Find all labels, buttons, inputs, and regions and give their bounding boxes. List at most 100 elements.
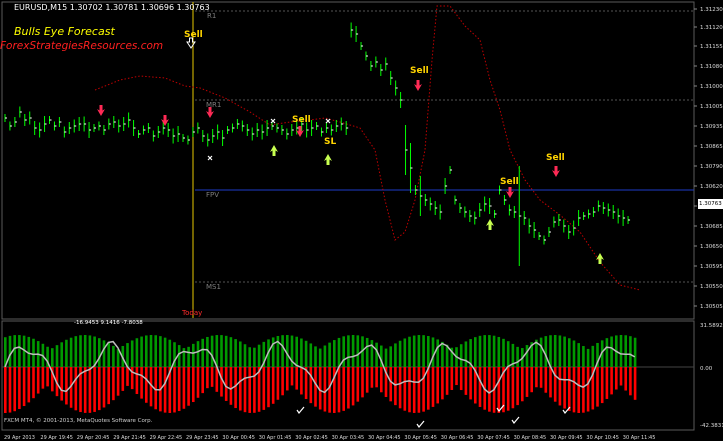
sell-label-5: Sell bbox=[546, 153, 565, 163]
histogram-up-bar bbox=[60, 342, 63, 367]
histogram-down-bar bbox=[173, 367, 176, 413]
histogram-up-bar bbox=[98, 338, 101, 367]
histogram-down-bar bbox=[234, 367, 237, 409]
histogram-down-bar bbox=[27, 367, 31, 403]
time-tick-label: 30 Apr 08:45 bbox=[514, 435, 547, 441]
oscillator-values: -16.9453 9.1416 -7.8038 bbox=[74, 320, 143, 326]
histogram-down-bar bbox=[394, 367, 397, 406]
histogram-down-bar bbox=[563, 367, 566, 409]
price-bars bbox=[4, 22, 631, 266]
time-tick-label: 29 Apr 21:45 bbox=[113, 435, 146, 441]
histogram-up-bar bbox=[337, 337, 341, 367]
histogram-down-bar bbox=[177, 367, 181, 412]
histogram-down-bar bbox=[459, 367, 463, 391]
histogram-down-bar bbox=[624, 367, 627, 391]
time-tick-label: 29 Apr 19:45 bbox=[40, 435, 73, 441]
histogram-down-bar bbox=[389, 367, 392, 402]
sl-label: SL bbox=[324, 137, 337, 147]
histogram-up-bar bbox=[79, 335, 82, 367]
histogram-down-bar bbox=[408, 367, 411, 413]
histogram-down-bar bbox=[276, 367, 280, 400]
histogram-down-bar bbox=[553, 367, 557, 402]
x-mark-icon bbox=[325, 118, 331, 124]
histogram-up-bar bbox=[210, 335, 214, 367]
histogram-down-bar bbox=[83, 367, 87, 413]
histogram-up-bar bbox=[234, 339, 237, 367]
histogram-up-bar bbox=[549, 335, 552, 367]
histogram-down-bar bbox=[615, 367, 618, 390]
today-label: Today bbox=[182, 309, 203, 317]
price-tick-label: 1.30935 bbox=[700, 124, 723, 130]
chart-canvas[interactable]: 1.31230 1.31120 1.31155 1.31080 1.31000 1.310… bbox=[0, 0, 723, 441]
histogram-down-bar bbox=[412, 367, 416, 413]
histogram-down-bar bbox=[455, 367, 458, 386]
histogram-down-bar bbox=[201, 367, 204, 394]
histogram-down-bar bbox=[65, 367, 68, 405]
histogram-up-bar bbox=[159, 336, 162, 367]
histogram-up-bar bbox=[201, 338, 204, 367]
histogram-down-bar bbox=[478, 367, 482, 407]
histogram-up-bar bbox=[577, 343, 580, 367]
histogram-down-bar bbox=[74, 367, 78, 411]
histogram-down-bar bbox=[549, 367, 552, 398]
histogram-up-bar bbox=[8, 335, 12, 367]
price-tick-label: 1.30865 bbox=[700, 144, 723, 150]
histogram-up-bar bbox=[102, 340, 106, 367]
histogram-down-bar bbox=[257, 367, 261, 412]
histogram-up-bar bbox=[412, 335, 416, 367]
histogram-up-bar bbox=[168, 339, 172, 367]
histogram-down-bar bbox=[36, 367, 40, 394]
histogram-up-bar bbox=[563, 336, 566, 367]
histogram-up-bar bbox=[83, 335, 87, 367]
histogram-down-bar bbox=[60, 367, 63, 401]
histogram-up-bar bbox=[318, 348, 322, 367]
time-tick-label: 30 Apr 09:45 bbox=[550, 435, 583, 441]
histogram-down-bar bbox=[441, 367, 444, 400]
histogram-up-bar bbox=[506, 341, 510, 367]
histogram-up-bar bbox=[74, 336, 78, 367]
up-arrow-icon bbox=[270, 145, 278, 156]
histogram-up-bar bbox=[427, 335, 430, 367]
histogram-down-bar bbox=[356, 367, 360, 402]
price-tick-label: 1.31005 bbox=[700, 104, 723, 110]
time-tick-label: 29 Apr 22:45 bbox=[150, 435, 183, 441]
histogram-down-bar bbox=[93, 367, 96, 412]
histogram-up-bar bbox=[624, 335, 627, 367]
histogram-up-bar bbox=[474, 337, 477, 367]
osc-tick-label: 0.00 bbox=[700, 366, 713, 372]
histogram-down-bar bbox=[145, 367, 148, 403]
histogram-down-bar bbox=[18, 367, 21, 410]
histogram-down-bar bbox=[121, 367, 125, 391]
level-label-ms1: MS1 bbox=[206, 283, 221, 291]
histogram-down-bar bbox=[586, 367, 590, 412]
histogram-up-bar bbox=[351, 335, 355, 367]
sell-label-4: Sell bbox=[500, 177, 519, 187]
time-tick-label: 29 Apr 20:45 bbox=[77, 435, 110, 441]
site-link[interactable]: ForexStrategiesResources.com bbox=[0, 40, 163, 52]
histogram-up-bar bbox=[586, 348, 590, 367]
histogram-down-bar bbox=[497, 367, 501, 413]
up-arrow-icon bbox=[596, 253, 604, 264]
price-tick-label: 1.31120 bbox=[700, 25, 723, 31]
histogram-down-bar bbox=[600, 367, 604, 404]
histogram-down-bar bbox=[596, 367, 599, 407]
histogram-up-bar bbox=[408, 336, 411, 367]
price-tick-label: 1.30790 bbox=[700, 164, 723, 170]
histogram-up-bar bbox=[502, 338, 505, 367]
histogram-up-bar bbox=[568, 338, 571, 367]
histogram-down-bar bbox=[267, 367, 270, 408]
histogram-up-bar bbox=[398, 340, 402, 367]
histogram-down-bar bbox=[253, 367, 256, 413]
time-tick-label: 30 Apr 04:45 bbox=[368, 435, 401, 441]
histogram-up-bar bbox=[314, 346, 317, 367]
histogram-up-bar bbox=[107, 342, 110, 367]
histogram-down-bar bbox=[610, 367, 613, 395]
histogram-up-bar bbox=[483, 335, 486, 367]
time-tick-label: 30 Apr 07:45 bbox=[477, 435, 510, 441]
histogram-up-bar bbox=[239, 341, 242, 367]
histogram-up-bar bbox=[333, 340, 336, 367]
osc-tick-label: -42.3831 bbox=[700, 423, 723, 429]
histogram-up-bar bbox=[253, 347, 256, 367]
histogram-up-bar bbox=[224, 335, 228, 367]
histogram-down-bar bbox=[210, 367, 214, 387]
